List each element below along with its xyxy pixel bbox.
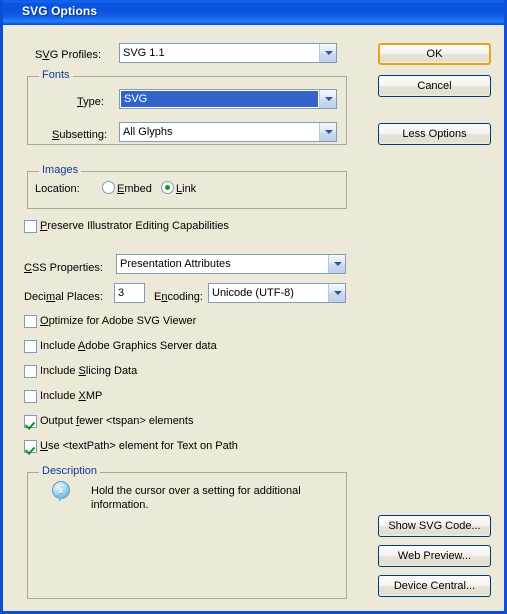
chevron-down-icon[interactable] bbox=[328, 284, 345, 302]
device-central-button[interactable]: Device Central... bbox=[378, 575, 491, 597]
description-group-label: Description bbox=[39, 466, 101, 477]
chevron-down-icon[interactable] bbox=[319, 90, 336, 108]
info-icon-glyph: i bbox=[59, 482, 63, 496]
less-options-button[interactable]: Less Options bbox=[378, 123, 491, 145]
chevron-down-icon[interactable] bbox=[319, 123, 336, 141]
output-fewer-tspan-label: Output fewer <tspan> elements bbox=[40, 415, 194, 427]
svg-options-dialog: SVG Options SVG Profiles: SVG 1.1 Fonts … bbox=[0, 0, 507, 614]
preserve-ai-checkbox[interactable] bbox=[24, 220, 37, 233]
chevron-down-icon[interactable] bbox=[319, 44, 336, 62]
encoding-label: Encoding: bbox=[154, 291, 203, 303]
include-slicing-checkbox[interactable] bbox=[24, 365, 37, 378]
output-fewer-tspan-checkbox[interactable] bbox=[24, 415, 37, 428]
css-properties-label: CSS Properties: bbox=[24, 262, 103, 274]
font-type-label: Type: bbox=[77, 96, 104, 108]
encoding-value: Unicode (UTF-8) bbox=[212, 287, 294, 299]
font-type-combo[interactable]: SVG bbox=[119, 89, 337, 109]
include-ags-label: Include Adobe Graphics Server data bbox=[40, 340, 217, 352]
cancel-button[interactable]: Cancel bbox=[378, 75, 491, 97]
include-ags-checkbox[interactable] bbox=[24, 340, 37, 353]
css-properties-value: Presentation Attributes bbox=[120, 258, 231, 270]
include-xmp-label: Include XMP bbox=[40, 390, 103, 402]
ok-button[interactable]: OK bbox=[378, 43, 491, 65]
fonts-group-label: Fonts bbox=[39, 70, 73, 81]
subsetting-label: Subsetting: bbox=[52, 129, 108, 141]
description-line-2: information. bbox=[91, 499, 149, 511]
optimize-asv-checkbox[interactable] bbox=[24, 315, 37, 328]
svg-profiles-value: SVG 1.1 bbox=[123, 47, 165, 59]
radio-embed[interactable] bbox=[102, 181, 115, 194]
info-icon: i bbox=[52, 481, 72, 503]
subsetting-combo[interactable]: All Glyphs bbox=[119, 122, 337, 142]
encoding-combo[interactable]: Unicode (UTF-8) bbox=[208, 283, 346, 303]
radio-link[interactable] bbox=[161, 181, 174, 194]
decimal-places-label: Decimal Places: bbox=[24, 291, 103, 303]
font-type-value: SVG bbox=[124, 93, 148, 105]
title-bar[interactable]: SVG Options bbox=[3, 0, 504, 25]
radio-embed-label: Embed bbox=[117, 183, 152, 195]
window-title: SVG Options bbox=[22, 4, 98, 18]
svg-profiles-combo[interactable]: SVG 1.1 bbox=[119, 43, 337, 63]
include-slicing-label: Include Slicing Data bbox=[40, 365, 138, 377]
chevron-down-icon[interactable] bbox=[328, 255, 345, 273]
subsetting-value: All Glyphs bbox=[123, 126, 173, 138]
css-properties-combo[interactable]: Presentation Attributes bbox=[116, 254, 346, 274]
svg-profiles-label: SVG Profiles: bbox=[35, 49, 102, 61]
optimize-asv-label: Optimize for Adobe SVG Viewer bbox=[40, 315, 197, 327]
preserve-ai-label: Preserve Illustrator Editing Capabilitie… bbox=[40, 220, 229, 232]
images-group-label: Images bbox=[39, 165, 82, 176]
use-textpath-checkbox[interactable] bbox=[24, 440, 37, 453]
show-svg-code-button[interactable]: Show SVG Code... bbox=[378, 515, 491, 537]
web-preview-button[interactable]: Web Preview... bbox=[378, 545, 491, 567]
radio-link-label: Link bbox=[176, 183, 197, 195]
decimal-places-input[interactable]: 3 bbox=[114, 283, 145, 303]
image-location-label: Location: bbox=[35, 183, 80, 195]
use-textpath-label: Use <textPath> element for Text on Path bbox=[40, 440, 238, 452]
description-line-1: Hold the cursor over a setting for addit… bbox=[91, 485, 301, 497]
include-xmp-checkbox[interactable] bbox=[24, 390, 37, 403]
